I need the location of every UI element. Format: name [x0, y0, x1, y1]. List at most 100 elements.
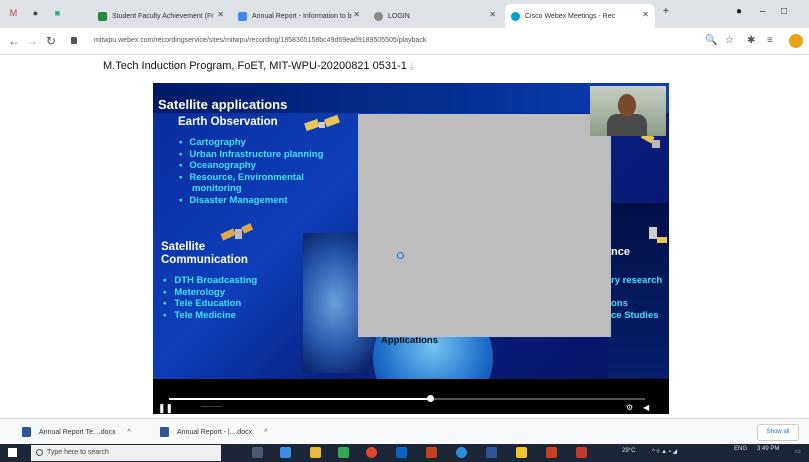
volume-icon[interactable]: ◀: [643, 403, 649, 412]
language-indicator[interactable]: ENG: [734, 446, 747, 452]
globe-icon: [374, 11, 383, 21]
screen-share-placeholder: [358, 114, 611, 337]
file-explorer-icon[interactable]: [310, 447, 321, 458]
reading-list-icon[interactable]: ≡: [767, 35, 773, 46]
presentation-slide: Satellite applications Earth Observation…: [153, 83, 669, 414]
heading-line: Communication: [161, 254, 248, 266]
sheets-icon: [98, 11, 107, 21]
list-item: Resource, Environmental: [179, 172, 323, 184]
close-icon[interactable]: ✕: [353, 10, 360, 19]
downloads-bar: Annual Report Te....docx ^ Annual Report…: [0, 418, 809, 445]
close-icon[interactable]: ✕: [217, 10, 224, 19]
download-filename: Annual Report Te....docx: [39, 428, 116, 436]
list-item: monitoring: [192, 183, 242, 194]
download-filename: Annual Report - l....docx: [177, 428, 253, 436]
maximize-icon[interactable]: □: [781, 6, 787, 17]
video-player[interactable]: Satellite applications Earth Observation…: [153, 83, 669, 414]
forward-icon[interactable]: →: [26, 34, 38, 48]
slide-title: Satellite applications: [158, 97, 288, 112]
presenter-body: [607, 114, 647, 136]
pause-icon[interactable]: ❚❚: [158, 403, 173, 414]
download-item[interactable]: Annual Report Te....docx ^: [22, 427, 131, 437]
right-line: ce Studies: [611, 310, 659, 321]
new-tab-button[interactable]: +: [663, 6, 669, 17]
tab-webex[interactable]: Cisco Webex Meetings - Rec ✕: [505, 4, 655, 28]
address-bar: ← → ↻ mitwpu.webex.com/recordingservice/…: [0, 28, 809, 55]
progress-fill: [169, 398, 431, 400]
page-title: M.Tech Induction Program, FoET, MIT-WPU-…: [103, 60, 414, 72]
right-line: ry research: [611, 275, 663, 286]
tab-title: Annual Report - Information to b: [252, 12, 352, 20]
ppt-icon[interactable]: [546, 447, 557, 458]
close-icon[interactable]: ✕: [489, 10, 496, 19]
tab-annual-report[interactable]: Annual Report - Information to b ✕: [232, 4, 366, 28]
task-view-icon[interactable]: [252, 447, 263, 458]
list-item: Urban Infrastructure planning: [179, 149, 323, 161]
webex-icon: [511, 11, 520, 21]
tab-title: LOGIN: [388, 12, 410, 20]
webcam-thumbnail[interactable]: [590, 86, 666, 136]
list-item: Tele Medicine: [163, 310, 257, 322]
reload-icon[interactable]: ↻: [46, 34, 56, 48]
windows-taskbar: Type here to search 29°C ^ ◊ ▲ ▪ ◢ ENG 3…: [0, 444, 809, 462]
recording-title: M.Tech Induction Program, FoET, MIT-WPU-…: [103, 60, 407, 72]
powerpoint-icon[interactable]: [426, 447, 437, 458]
word-doc-icon: [22, 427, 31, 437]
settings-icon[interactable]: ⚙: [626, 403, 633, 412]
satellite-icon: [304, 114, 340, 132]
tab-title: Student Faculty Achievement (Fr: [112, 12, 214, 20]
word-icon[interactable]: [486, 447, 497, 458]
tab-student-faculty[interactable]: Student Faculty Achievement (Fr ✕: [92, 4, 230, 28]
url-field[interactable]: mitwpu.webex.com/recordingservice/sites/…: [82, 32, 702, 50]
communication-list: DTH Broadcasting Meterology Tele Educati…: [163, 275, 257, 321]
word-doc-icon: [160, 427, 169, 437]
star-icon[interactable]: ☆: [725, 35, 734, 46]
minimize-icon[interactable]: –: [760, 6, 766, 17]
webex-app-icon[interactable]: [456, 447, 467, 458]
earth-observation-heading: Earth Observation: [178, 116, 278, 128]
time-readout: ──────: [201, 404, 223, 410]
chevron-up-icon[interactable]: ^: [128, 429, 131, 436]
lock-icon: [71, 37, 77, 44]
chrome-icon[interactable]: [366, 447, 377, 458]
profile-dot-icon[interactable]: ●: [736, 6, 742, 17]
tray-icons[interactable]: ^ ◊ ▲ ▪ ◢: [652, 448, 677, 455]
mail-icon[interactable]: [396, 447, 407, 458]
extensions-icon[interactable]: ✱: [747, 35, 755, 46]
list-item: Oceanography: [179, 160, 323, 172]
right-line: ons: [611, 298, 628, 309]
communication-heading: Satellite Communication: [161, 241, 248, 267]
gmail-icon[interactable]: M: [8, 8, 19, 19]
download-icon[interactable]: ⤓: [410, 61, 414, 71]
tab-title: Cisco Webex Meetings - Rec: [525, 12, 616, 20]
taskbar-search[interactable]: Type here to search: [31, 445, 221, 461]
drive-icon[interactable]: ■: [52, 8, 63, 19]
progress-bar[interactable]: [169, 395, 645, 402]
acrobat-icon[interactable]: [576, 447, 587, 458]
presenter-face: [618, 94, 636, 116]
github-icon[interactable]: ●: [30, 8, 41, 19]
tab-login[interactable]: LOGIN ✕: [368, 4, 502, 28]
weather-text[interactable]: 29°C: [622, 448, 635, 454]
windows-start-icon[interactable]: [8, 448, 17, 457]
list-item: Meterology: [163, 287, 257, 299]
back-icon[interactable]: ←: [8, 34, 20, 48]
notification-icon[interactable]: ▭: [795, 448, 801, 455]
zoom-icon[interactable]: 🔍: [705, 35, 717, 46]
player-controls: ❚❚ ────── ⚙ ◀: [153, 379, 669, 414]
folder-icon[interactable]: [516, 447, 527, 458]
app-icon[interactable]: [338, 447, 349, 458]
list-item: Tele Education: [163, 298, 257, 310]
download-item[interactable]: Annual Report - l....docx ^: [160, 427, 267, 437]
progress-knob[interactable]: [426, 395, 434, 402]
avatar[interactable]: [789, 34, 803, 48]
show-all-button[interactable]: Show all: [757, 424, 799, 441]
close-icon[interactable]: ✕: [642, 10, 649, 19]
list-item: Disaster Management: [179, 195, 323, 207]
heading-line: Satellite: [161, 241, 206, 253]
satellite-icon: [649, 227, 667, 243]
chevron-up-icon[interactable]: ^: [264, 429, 267, 436]
tab-bar: M ● ■ Student Faculty Achievement (Fr ✕ …: [0, 0, 809, 28]
clock[interactable]: 3:49 PM: [757, 446, 779, 452]
edge-icon[interactable]: [280, 447, 291, 458]
